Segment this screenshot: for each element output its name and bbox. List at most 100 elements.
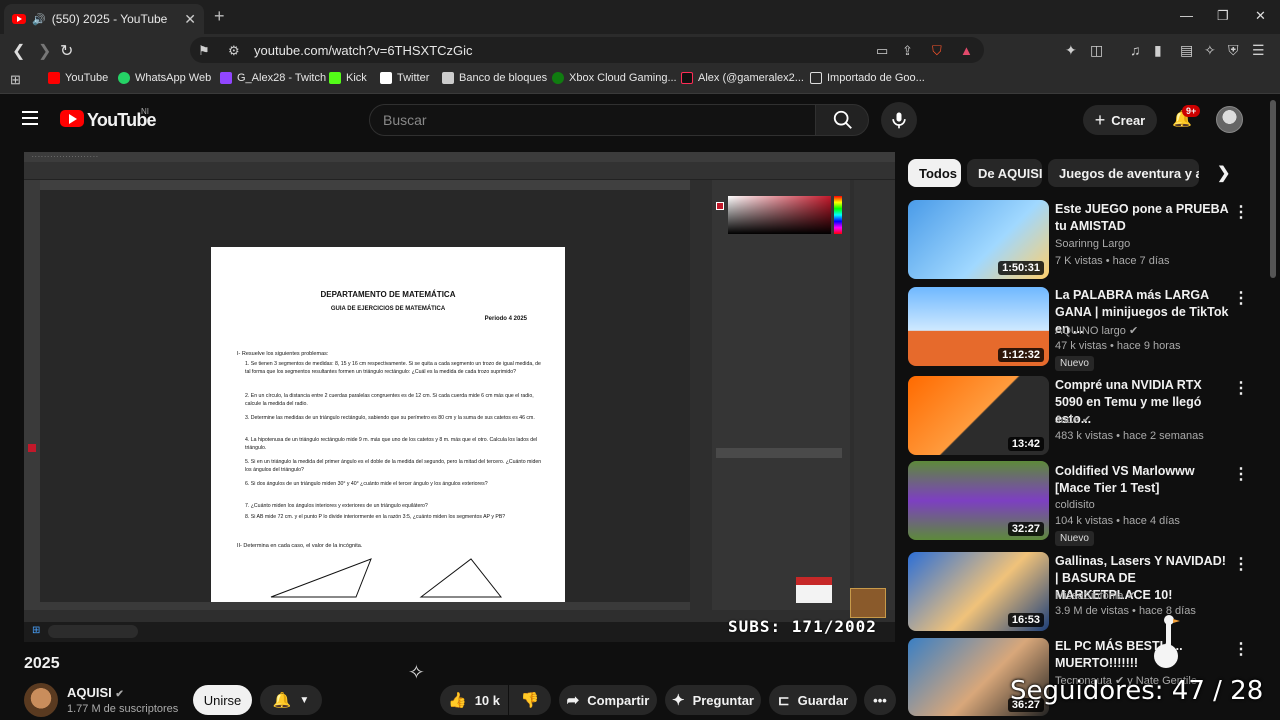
more-vertical-icon[interactable]: ⋮ xyxy=(1233,464,1249,484)
region-code: NI xyxy=(141,107,149,116)
speaker-icon[interactable]: 🔊 xyxy=(32,13,46,26)
reload-icon[interactable]: ↻ xyxy=(60,41,73,61)
search-input[interactable] xyxy=(369,104,816,136)
save-playlist-icon: ⊏ xyxy=(777,691,790,708)
ask-button[interactable]: ✦ Preguntar xyxy=(665,685,761,715)
doc-question: 8. Si AB mide 72 cm. y el punto P lo div… xyxy=(245,514,506,520)
more-vertical-icon[interactable]: ⋮ xyxy=(1233,639,1249,659)
bookmark-youtube[interactable]: YouTube xyxy=(48,72,108,84)
more-vertical-icon[interactable]: ⋮ xyxy=(1233,554,1249,574)
streamer-webcam xyxy=(850,588,886,618)
apps-grid-icon[interactable]: ⊞ xyxy=(10,72,21,88)
rec-channel[interactable]: MissaSinfonia ✔ xyxy=(1055,589,1136,602)
new-badge: Nuevo xyxy=(1055,356,1094,371)
rec-channel[interactable]: coldisito xyxy=(1055,499,1095,511)
twitch-icon xyxy=(220,72,232,84)
voice-search-button[interactable] xyxy=(881,102,917,138)
rec-title[interactable]: Este JUEGO pone a PRUEBA tu AMISTAD xyxy=(1055,201,1231,235)
bookmark-xbox[interactable]: Xbox Cloud Gaming... xyxy=(552,72,677,84)
browser-menu-icon[interactable]: ☰ xyxy=(1252,42,1265,59)
video-thumbnail[interactable]: 13:42 xyxy=(908,376,1049,455)
doc-question: 2. En un círculo, la distancia entre 2 c… xyxy=(245,393,534,407)
address-bar[interactable]: ⚑ ⚙ youtube.com/watch?v=6THSXTCzGic ▭ ⇪ … xyxy=(190,37,984,63)
goose-icon xyxy=(1154,615,1180,668)
bookmark-kick[interactable]: Kick xyxy=(329,72,367,84)
bookmark-folder-imported[interactable]: Importado de Goo... xyxy=(810,72,925,84)
sidebar-icon[interactable]: ▮ xyxy=(1154,42,1162,59)
like-button[interactable]: 👍 10 k xyxy=(440,685,508,715)
more-actions-button[interactable]: ••• xyxy=(864,685,896,715)
bookmark-banco-bloques[interactable]: Banco de bloques xyxy=(442,72,547,84)
forward-icon[interactable]: ❯ xyxy=(38,41,51,61)
chevron-right-icon[interactable]: ❯ xyxy=(1217,163,1230,183)
close-tab-icon[interactable]: ✕ xyxy=(184,11,196,28)
screenshot-icon[interactable]: ◫ xyxy=(1090,42,1103,59)
leo-ai-icon[interactable]: ✧ xyxy=(1204,42,1216,59)
subscription-bell-button[interactable]: 🔔 ▼ xyxy=(260,685,322,715)
wallet-icon[interactable]: ▤ xyxy=(1180,42,1193,59)
bookmark-page-icon[interactable]: ⚑ xyxy=(198,43,210,59)
maximize-icon[interactable]: ❐ xyxy=(1217,8,1229,24)
verified-icon: ✔ xyxy=(115,689,124,700)
brave-shield-icon[interactable]: ⛉ xyxy=(932,43,942,59)
followers-overlay: Seguidores: 47 / 28 xyxy=(1010,676,1264,706)
minimize-icon[interactable]: — xyxy=(1180,8,1193,23)
close-window-icon[interactable]: ✕ xyxy=(1255,8,1266,24)
join-button[interactable]: Unirse xyxy=(193,685,252,715)
subscriber-count: 1.77 M de suscriptores xyxy=(67,703,179,715)
rec-channel[interactable]: AQUINO largo ✔ xyxy=(1055,324,1138,337)
rec-channel[interactable]: Jade ✔ xyxy=(1055,413,1091,426)
rec-meta: 7 K vistas • hace 7 días xyxy=(1055,255,1170,267)
doc-question: 1. Se tienen 3 segmentos de medidas: 8, … xyxy=(245,361,541,375)
media-icon[interactable]: ♫ xyxy=(1130,42,1141,58)
video-thumbnail[interactable]: 16:53 xyxy=(908,552,1049,631)
vpn-icon[interactable]: ⛨ xyxy=(1228,42,1239,59)
video-thumbnail[interactable]: 32:27 xyxy=(908,461,1049,540)
bookmark-twitter[interactable]: Twitter xyxy=(380,72,429,84)
page-scrollbar[interactable] xyxy=(1270,100,1276,278)
brave-rewards-icon[interactable]: ▲ xyxy=(960,43,973,58)
new-tab-icon[interactable]: + xyxy=(214,6,225,27)
save-button[interactable]: ⊏ Guardar xyxy=(769,685,857,715)
more-vertical-icon[interactable]: ⋮ xyxy=(1233,288,1249,308)
triangle-diagrams xyxy=(270,558,503,598)
url-text[interactable]: youtube.com/watch?v=6THSXTCzGic xyxy=(254,43,473,58)
back-icon[interactable]: ❮ xyxy=(12,41,25,61)
bookmark-tiktok[interactable]: Alex (@gameralex2... xyxy=(681,72,804,84)
create-button[interactable]: + Crear xyxy=(1083,105,1157,135)
bookmark-whatsapp[interactable]: WhatsApp Web xyxy=(118,72,211,84)
channel-name[interactable]: AQUISI ✔ xyxy=(67,685,124,700)
video-thumbnail[interactable]: 1:12:32 xyxy=(908,287,1049,366)
rec-channel[interactable]: Soarinng Largo xyxy=(1055,238,1130,250)
user-avatar[interactable] xyxy=(1216,106,1243,133)
rec-title[interactable]: EL PC MÁS BESTIA... MUERTO!!!!!!! xyxy=(1055,638,1231,672)
ps-options-bar xyxy=(24,162,895,180)
browser-tab[interactable]: 🔊 (550) 2025 - YouTube ✕ xyxy=(4,4,204,34)
more-vertical-icon[interactable]: ⋮ xyxy=(1233,202,1249,222)
bookmark-icon xyxy=(442,72,454,84)
channel-avatar[interactable] xyxy=(24,683,58,717)
youtube-icon xyxy=(48,72,60,84)
more-vertical-icon[interactable]: ⋮ xyxy=(1233,378,1249,398)
video-player[interactable]: · · · · · · · · · · · · · · · · · · · · … xyxy=(24,152,895,642)
bookmark-twitch[interactable]: G_Alex28 - Twitch xyxy=(220,72,326,84)
dislike-button[interactable]: 👎 xyxy=(509,685,551,715)
chip-juegos-aventura[interactable]: Juegos de aventura y acción xyxy=(1048,159,1199,187)
share-icon[interactable]: ⇪ xyxy=(902,43,913,59)
kick-icon xyxy=(329,72,341,84)
rec-title[interactable]: Coldified VS Marlowww [Mace Tier 1 Test] xyxy=(1055,463,1231,497)
doc-guide-title: GUIA DE EJERCICIOS DE MATEMÁTICA xyxy=(330,306,446,312)
youtube-favicon-icon xyxy=(12,14,26,24)
site-info-icon[interactable]: ⚙ xyxy=(228,43,240,59)
youtube-logo-icon[interactable] xyxy=(60,110,84,127)
extensions-icon[interactable]: ✦ xyxy=(1065,42,1077,59)
video-thumbnail[interactable]: 1:50:31 xyxy=(908,200,1049,279)
xbox-icon xyxy=(552,72,564,84)
chip-todos[interactable]: Todos xyxy=(908,159,961,187)
doc-period: Periodo 4 2025 xyxy=(484,316,527,322)
cast-icon[interactable]: ▭ xyxy=(876,43,888,59)
search-button[interactable] xyxy=(815,104,869,136)
hamburger-menu-icon[interactable] xyxy=(22,111,38,125)
chip-de-aquisi[interactable]: De AQUISI xyxy=(967,159,1042,187)
share-button[interactable]: ➦ Compartir xyxy=(559,685,657,715)
